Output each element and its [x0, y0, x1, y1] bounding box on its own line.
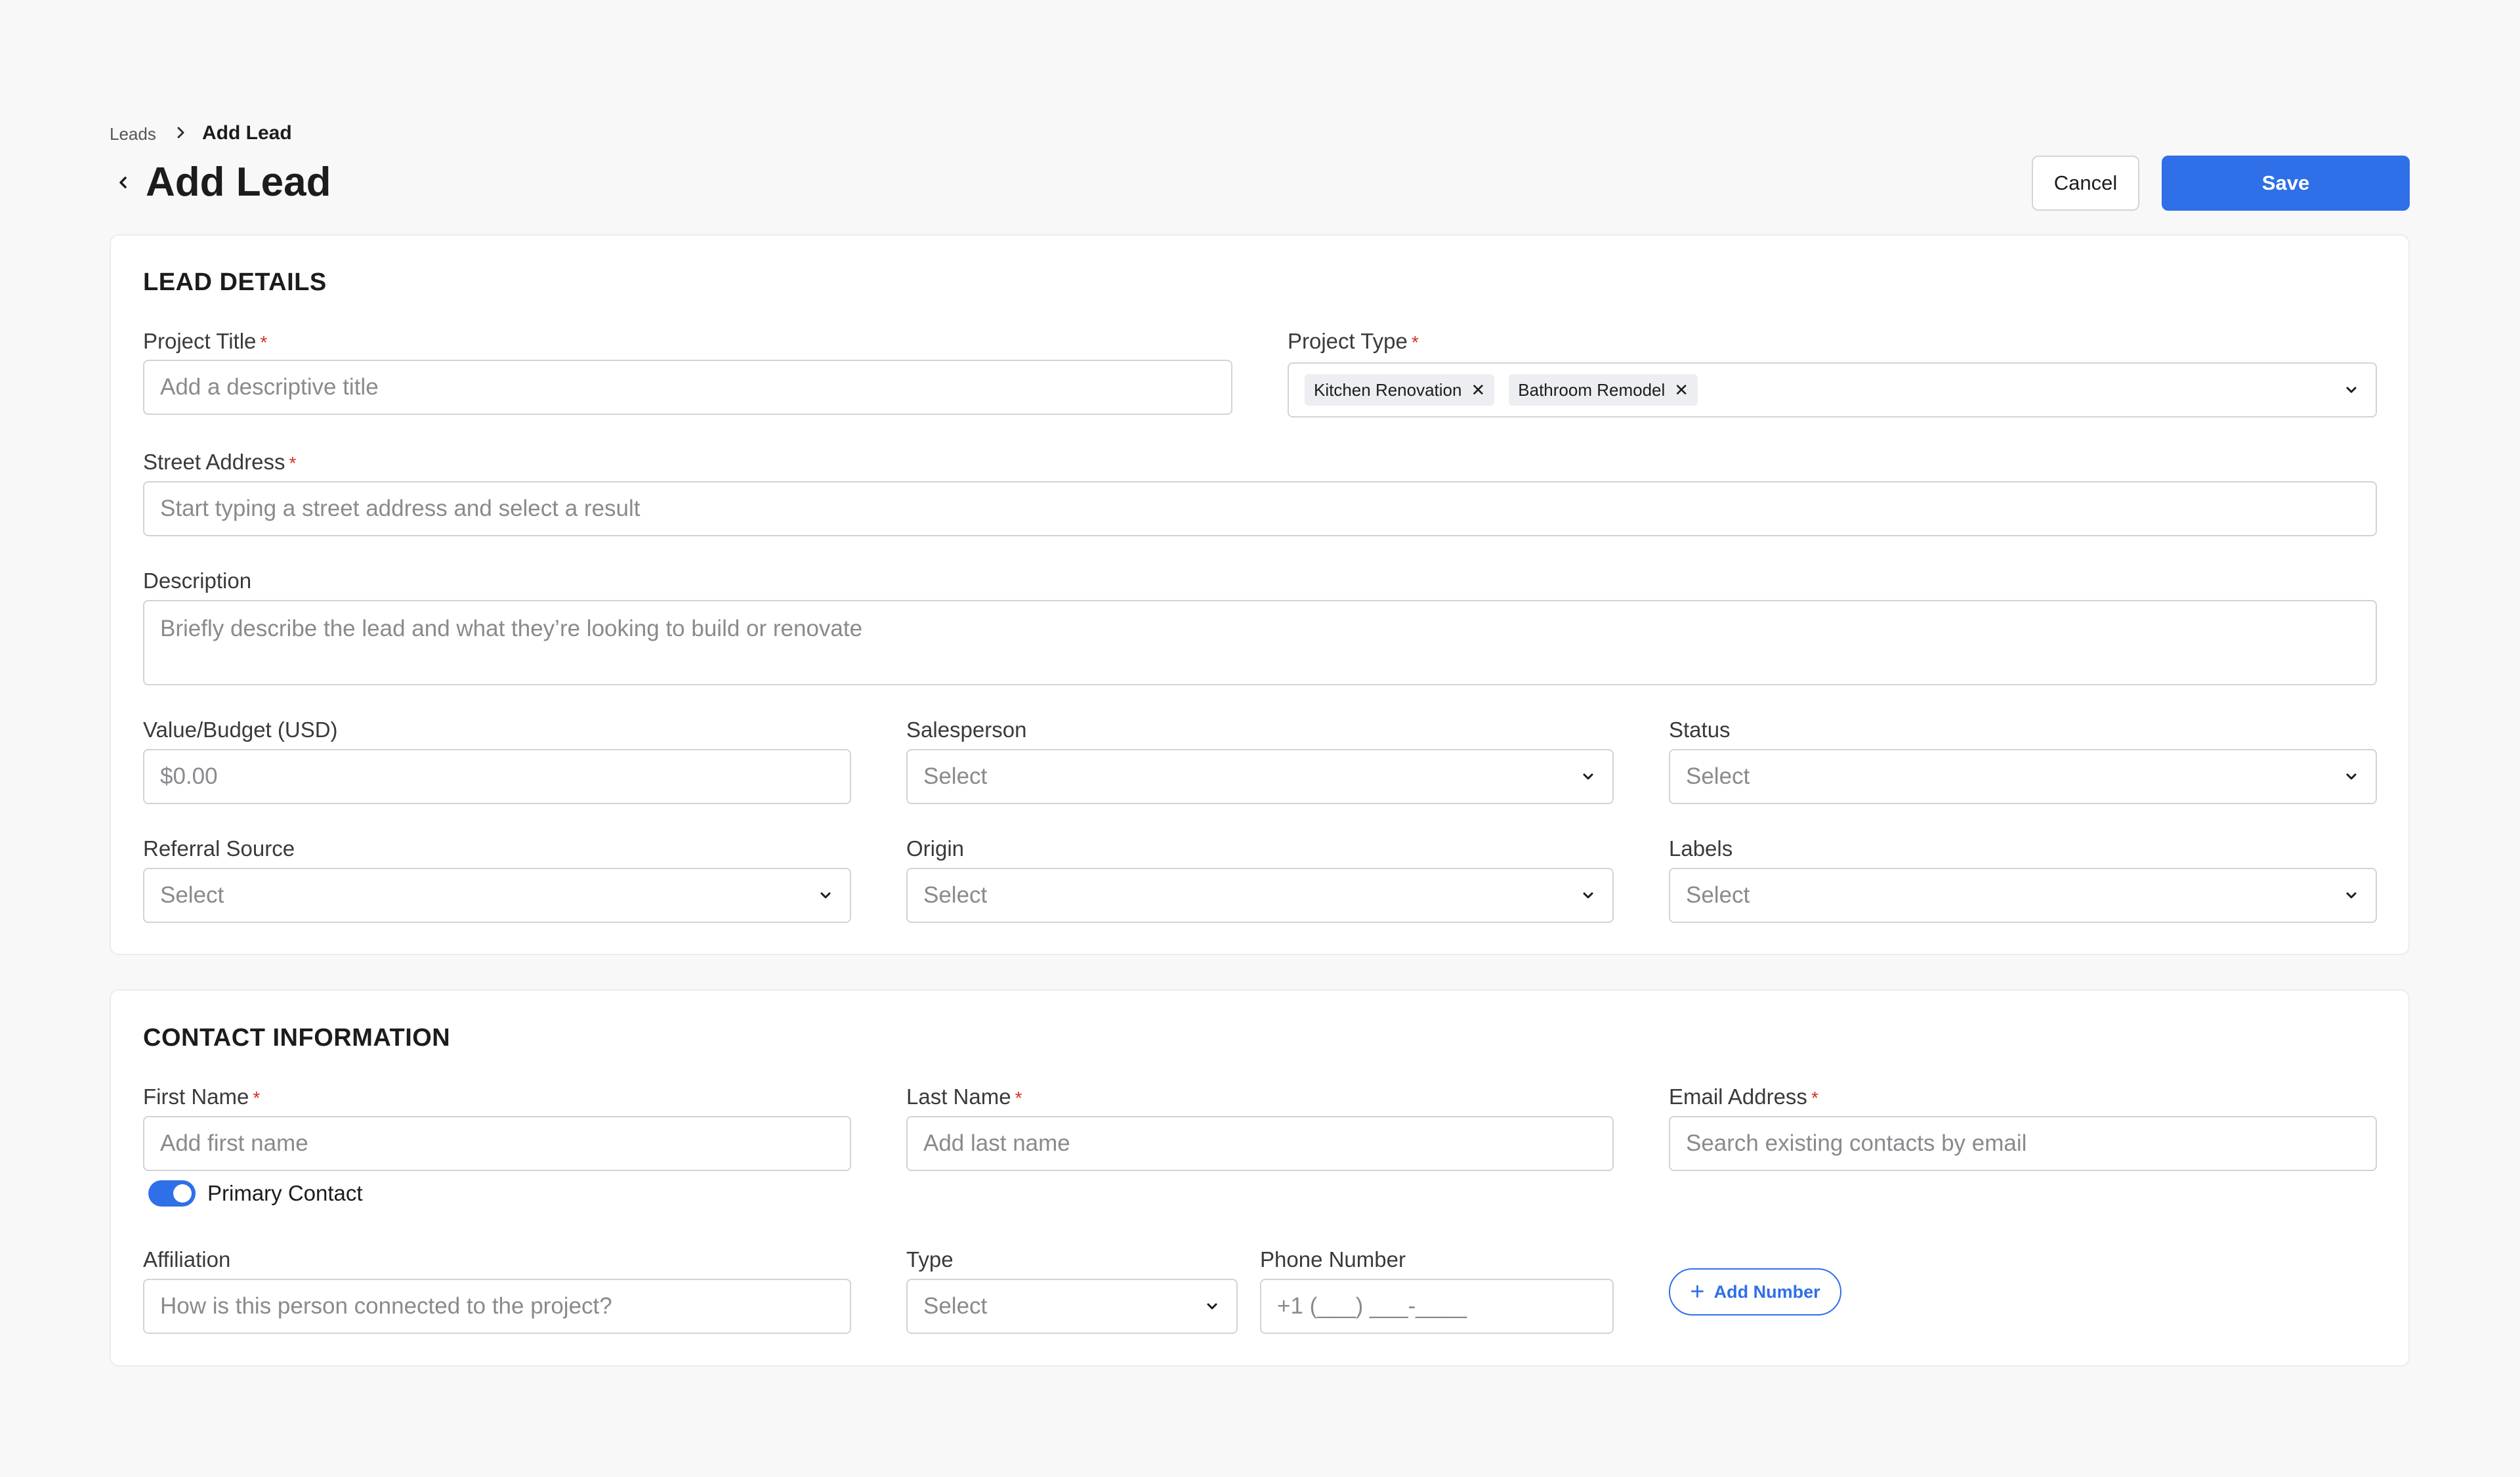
project-title-input[interactable] — [160, 374, 1215, 400]
close-icon[interactable]: ✕ — [1674, 381, 1689, 398]
description-label: Description — [143, 568, 252, 593]
origin-value: Select — [923, 882, 988, 908]
chevron-down-icon — [1583, 892, 1593, 899]
first-name-field[interactable] — [143, 1116, 851, 1171]
first-name-input[interactable] — [160, 1130, 834, 1157]
primary-contact-toggle[interactable] — [148, 1180, 196, 1207]
last-name-label: Last Name * — [906, 1084, 1022, 1109]
status-label: Status — [1669, 717, 1731, 742]
required-marker: * — [260, 332, 268, 353]
value-budget-label: Value/Budget (USD) — [143, 717, 338, 742]
salesperson-select[interactable]: Select — [906, 749, 1614, 804]
breadcrumb-current: Add Lead — [202, 122, 292, 144]
chevron-down-icon — [820, 892, 831, 899]
description-field[interactable] — [143, 600, 2377, 698]
chevron-down-icon — [2346, 387, 2357, 393]
project-type-chips: Kitchen Renovation ✕ Bathroom Remodel ✕ — [1305, 374, 1712, 406]
project-title-field[interactable] — [143, 360, 1232, 415]
chevron-down-icon — [2346, 892, 2357, 899]
project-type-label: Project Type * — [1288, 329, 1419, 353]
last-name-field[interactable] — [906, 1116, 1614, 1171]
email-input[interactable] — [1686, 1130, 2360, 1157]
email-label: Email Address * — [1669, 1084, 1818, 1109]
add-number-label: Add Number — [1713, 1281, 1820, 1302]
toggle-knob — [173, 1184, 192, 1203]
last-name-input[interactable] — [923, 1130, 1597, 1157]
affiliation-label: Affiliation — [143, 1247, 231, 1272]
lead-details-heading: LEAD DETAILS — [143, 268, 327, 296]
referral-source-value: Select — [160, 882, 224, 908]
contact-information-heading: CONTACT INFORMATION — [143, 1024, 451, 1052]
origin-label: Origin — [906, 836, 965, 861]
phone-number-input[interactable] — [1277, 1293, 1597, 1319]
chip-label: Bathroom Remodel — [1518, 379, 1666, 400]
first-name-label: First Name * — [143, 1084, 261, 1109]
chevron-down-icon — [2346, 773, 2357, 780]
street-address-input[interactable] — [160, 496, 2360, 522]
affiliation-field[interactable] — [143, 1279, 851, 1334]
plus-icon: + — [1690, 1278, 1705, 1306]
chevron-down-icon — [1207, 1303, 1217, 1310]
required-marker: * — [289, 453, 297, 473]
phone-number-field[interactable] — [1260, 1279, 1614, 1334]
referral-source-select[interactable]: Select — [143, 868, 851, 923]
required-marker: * — [1811, 1088, 1818, 1108]
required-marker: * — [1015, 1088, 1022, 1108]
description-textarea[interactable] — [160, 601, 2360, 698]
lead-details-card — [110, 234, 2410, 955]
labels-select[interactable]: Select — [1669, 868, 2377, 923]
project-type-chip: Bathroom Remodel ✕ — [1509, 374, 1698, 406]
cancel-button[interactable]: Cancel — [2032, 156, 2139, 211]
chevron-right-icon — [172, 121, 190, 144]
required-marker: * — [1411, 332, 1419, 353]
value-budget-input[interactable] — [160, 763, 834, 790]
labels-value: Select — [1686, 882, 1750, 908]
status-value: Select — [1686, 763, 1750, 789]
value-budget-field[interactable] — [143, 749, 851, 804]
add-number-button[interactable]: + Add Number — [1669, 1268, 1841, 1316]
chevron-left-icon[interactable] — [110, 169, 136, 196]
breadcrumb-leads-link[interactable]: Leads — [110, 123, 156, 144]
required-marker: * — [253, 1088, 261, 1108]
page-title: Add Lead — [146, 160, 331, 205]
street-address-field[interactable] — [143, 481, 2377, 536]
labels-label: Labels — [1669, 836, 1733, 861]
project-type-multiselect[interactable]: Kitchen Renovation ✕ Bathroom Remodel ✕ — [1288, 362, 2377, 417]
phone-number-label: Phone Number — [1260, 1247, 1406, 1272]
primary-contact-label: Primary Contact — [207, 1181, 363, 1205]
email-field[interactable] — [1669, 1116, 2377, 1171]
salesperson-value: Select — [923, 763, 988, 789]
chip-label: Kitchen Renovation — [1314, 379, 1462, 400]
project-title-label: Project Title * — [143, 329, 268, 353]
salesperson-label: Salesperson — [906, 717, 1027, 742]
status-select[interactable]: Select — [1669, 749, 2377, 804]
phone-type-label: Type — [906, 1247, 954, 1272]
referral-source-label: Referral Source — [143, 836, 295, 861]
origin-select[interactable]: Select — [906, 868, 1614, 923]
save-button[interactable]: Save — [2162, 156, 2410, 211]
phone-type-select[interactable]: Select — [906, 1279, 1238, 1334]
street-address-label: Street Address * — [143, 450, 297, 474]
close-icon[interactable]: ✕ — [1471, 381, 1485, 398]
project-type-chip: Kitchen Renovation ✕ — [1305, 374, 1495, 406]
chevron-down-icon — [1583, 773, 1593, 780]
affiliation-input[interactable] — [160, 1293, 834, 1319]
phone-type-value: Select — [923, 1293, 988, 1319]
